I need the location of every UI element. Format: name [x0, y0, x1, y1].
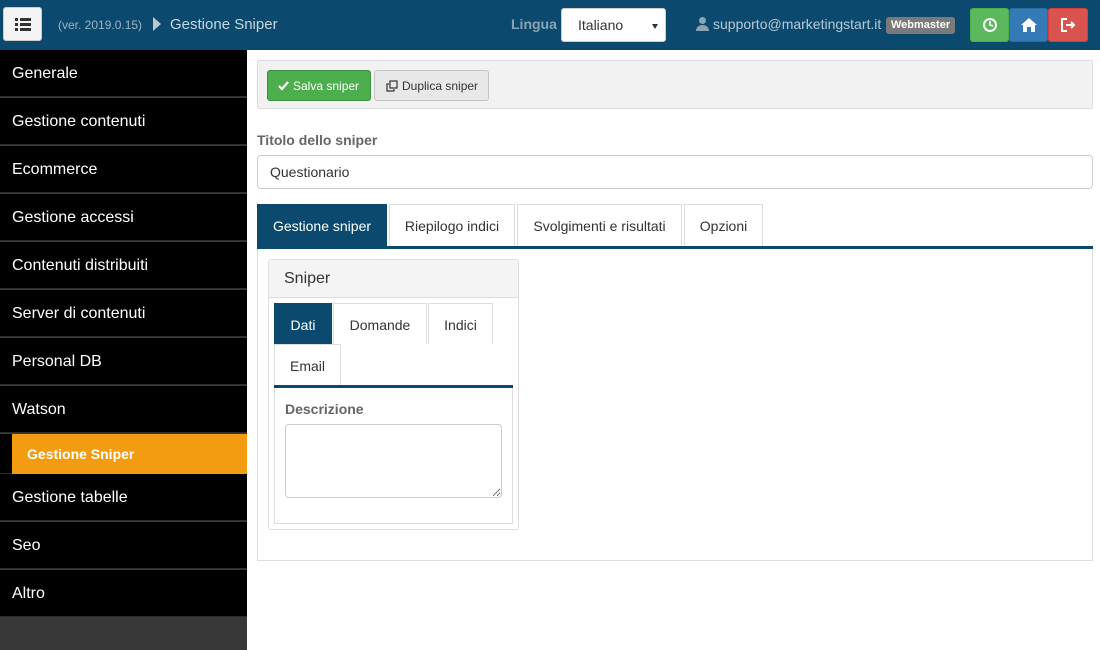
sidebar-item-seo[interactable]: Seo [0, 522, 247, 569]
sniper-panel: Sniper Dati Domande Indici Email Descriz… [268, 259, 519, 530]
user-email: supporto@marketingstart.it [713, 16, 882, 32]
sidebar: Generale Gestione contenuti Ecommerce Ge… [0, 50, 247, 650]
tab-label: Opzioni [699, 218, 748, 234]
sidebar-item-label: Personal DB [12, 353, 102, 370]
tab-opzioni[interactable]: Opzioni [684, 204, 763, 247]
sidebar-item-label: Gestione tabelle [12, 489, 128, 506]
sidebar-item-label: Altro [12, 585, 45, 602]
sidebar-item-label: Generale [12, 65, 78, 82]
sniper-panel-header: Sniper [269, 260, 518, 298]
tab-svolgimenti-e-risultati[interactable]: Svolgimenti e risultati [517, 204, 682, 247]
sidebar-item-ecommerce[interactable]: Ecommerce [0, 146, 247, 193]
sidebar-item-label: Watson [12, 401, 66, 418]
page-title: Gestione Sniper [170, 16, 278, 33]
sniper-title-label: Titolo dello sniper [257, 132, 378, 148]
user-icon [696, 17, 709, 31]
description-label: Descrizione [285, 401, 364, 417]
subtab-indici[interactable]: Indici [428, 303, 493, 344]
language-selected-value: Italiano [578, 17, 624, 33]
logout-icon [1061, 18, 1076, 32]
sidebar-item-label: Server di contenuti [12, 305, 146, 322]
sidebar-item-gestione-accessi[interactable]: Gestione accessi [0, 194, 247, 241]
action-toolbar: Salva sniper Duplica sniper [257, 60, 1093, 109]
check-icon [278, 80, 289, 91]
tab-label: Svolgimenti e risultati [533, 218, 666, 234]
subtab-dati[interactable]: Dati [274, 303, 332, 344]
sidebar-item-watson[interactable]: Watson [0, 386, 247, 433]
home-button[interactable] [1009, 8, 1048, 42]
clock-icon [982, 18, 997, 32]
tab-label: Gestione sniper [272, 218, 372, 234]
sidebar-item-gestione-contenuti[interactable]: Gestione contenuti [0, 98, 247, 145]
user-account[interactable]: supporto@marketingstart.it [696, 16, 881, 32]
description-textarea[interactable] [285, 424, 502, 498]
language-select[interactable]: Italiano [561, 8, 666, 42]
role-badge: Webmaster [886, 17, 956, 34]
tab-riepilogo-indici[interactable]: Riepilogo indici [389, 204, 515, 247]
menu-icon [14, 18, 31, 31]
sidebar-item-gestione-tabelle[interactable]: Gestione tabelle [0, 474, 247, 521]
subtab-label: Indici [444, 317, 477, 333]
sidebar-item-label: Seo [12, 537, 41, 554]
sidebar-item-label: Ecommerce [12, 161, 98, 178]
sidebar-item-label: Gestione Sniper [27, 446, 135, 462]
duplicate-sniper-label: Duplica sniper [402, 78, 479, 93]
language-label: Lingua [511, 16, 557, 32]
sidebar-item-gestione-sniper[interactable]: Gestione Sniper [0, 434, 247, 474]
subtab-label: Domande [349, 317, 411, 333]
caret-down-icon [652, 24, 658, 29]
subtab-label: Email [289, 358, 325, 374]
subtab-label: Dati [290, 317, 316, 333]
top-bar: (ver. 2019.0.15) Gestione Sniper Lingua … [0, 0, 1100, 50]
sniper-panel-title: Sniper [284, 270, 331, 287]
version-label: (ver. 2019.0.15) [58, 18, 143, 32]
tab-label: Riepilogo indici [404, 218, 500, 234]
sidebar-item-label: Contenuti distribuiti [12, 257, 149, 274]
breadcrumb-arrow-icon [153, 17, 161, 31]
sidebar-item-contenuti-distribuiti[interactable]: Contenuti distribuiti [0, 242, 247, 289]
tab-gestione-sniper[interactable]: Gestione sniper [257, 204, 387, 247]
sidebar-item-personal-db[interactable]: Personal DB [0, 338, 247, 385]
home-icon [1020, 18, 1037, 32]
copy-icon [386, 79, 398, 92]
sidebar-item-altro[interactable]: Altro [0, 570, 247, 617]
sidebar-item-label: Gestione contenuti [12, 113, 146, 130]
sniper-title-input[interactable] [257, 155, 1093, 189]
duplicate-sniper-button[interactable]: Duplica sniper [374, 70, 489, 101]
subtab-domande[interactable]: Domande [333, 303, 427, 344]
sidebar-item-label: Gestione accessi [12, 209, 134, 226]
save-sniper-button[interactable]: Salva sniper [267, 70, 371, 101]
sidebar-item-server-di-contenuti[interactable]: Server di contenuti [0, 290, 247, 337]
timer-button[interactable] [970, 8, 1009, 42]
sidebar-item-generale[interactable]: Generale [0, 50, 247, 97]
menu-toggle-button[interactable] [3, 7, 42, 41]
subtab-email[interactable]: Email [274, 344, 341, 385]
save-sniper-label: Salva sniper [293, 78, 360, 93]
logout-button[interactable] [1048, 8, 1088, 42]
